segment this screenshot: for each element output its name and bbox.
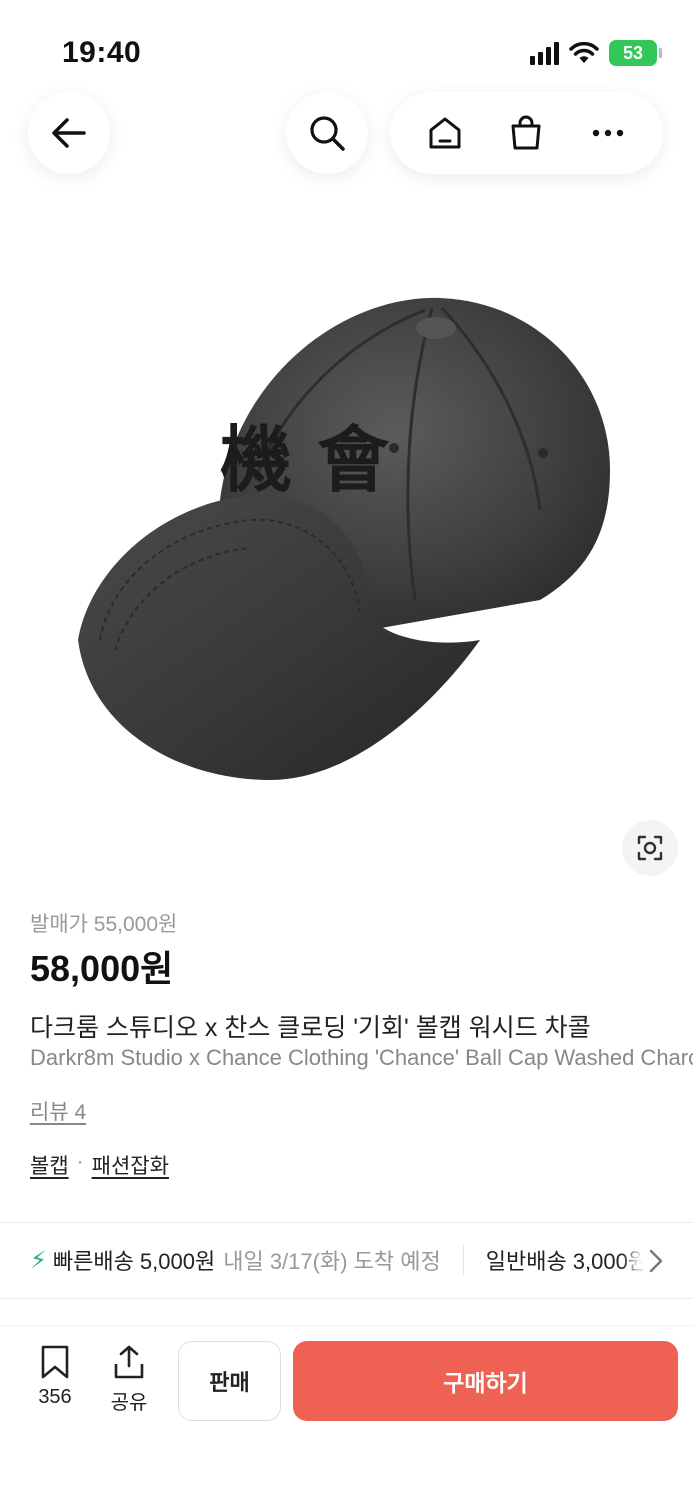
status-time: 19:40: [62, 36, 142, 69]
svg-text:機 會: 機 會: [220, 417, 390, 502]
status-icons: 53: [530, 40, 662, 66]
share-button[interactable]: 공유: [99, 1344, 159, 1415]
shopping-bag-icon: [511, 115, 541, 150]
fast-delivery-label: 빠른배송 5,000원: [52, 1249, 216, 1274]
chevron-right-icon: [649, 1249, 663, 1273]
lens-icon: [637, 835, 663, 861]
wifi-icon: [569, 41, 599, 63]
back-button[interactable]: [28, 92, 110, 174]
bookmark-button[interactable]: 356: [25, 1344, 85, 1409]
divider: [0, 1298, 693, 1299]
home-icon: [429, 117, 461, 149]
status-bar: 19:40 53: [0, 0, 693, 90]
category-separator: ·: [76, 1150, 84, 1173]
review-link[interactable]: 리뷰 4: [30, 1096, 86, 1126]
share-label: 공유: [110, 1392, 148, 1414]
battery-icon: 53: [609, 40, 662, 66]
divider: [0, 1222, 693, 1223]
more-icon: [592, 129, 624, 137]
normal-delivery-label: 일반배송 3,000원: [485, 1249, 649, 1274]
delivery-more-button[interactable]: [643, 1246, 667, 1276]
signal-icon: [530, 41, 559, 65]
more-button[interactable]: [578, 103, 638, 163]
home-button[interactable]: [415, 103, 475, 163]
category-link-fashion-goods[interactable]: 패션잡화: [92, 1150, 169, 1180]
product-image[interactable]: 機 會: [70, 270, 630, 800]
search-icon: [310, 116, 345, 151]
lightning-icon: ⚡: [30, 1246, 47, 1274]
back-arrow-icon: [52, 118, 86, 148]
product-title-korean: 다크룸 스튜디오 x 찬스 클로딩 '기회' 볼캡 워시드 차콜: [30, 1014, 591, 1042]
fast-delivery-eta: 내일 3/17(화) 도착 예정: [223, 1249, 441, 1274]
sell-button[interactable]: 판매: [178, 1341, 281, 1421]
search-button[interactable]: [286, 92, 368, 174]
delivery-options[interactable]: ⚡ 빠른배송 5,000원 내일 3/17(화) 도착 예정 일반배송 3,00…: [30, 1242, 693, 1278]
nav-actions: [390, 92, 663, 174]
bookmark-icon: [41, 1345, 69, 1379]
divider: [462, 1245, 464, 1275]
battery-level: 53: [622, 42, 644, 63]
category-breadcrumb: 볼캡 · 패션잡화: [30, 1150, 169, 1180]
release-price: 발매가 55,000원: [30, 913, 178, 936]
buy-button[interactable]: 구매하기: [293, 1341, 678, 1421]
image-search-button[interactable]: [622, 820, 678, 876]
price: 58,000원: [30, 948, 174, 989]
share-icon: [114, 1345, 144, 1379]
category-link-ballcap[interactable]: 볼캡: [30, 1150, 69, 1180]
product-title-english: Darkr8m Studio x Chance Clothing 'Chance…: [30, 1045, 693, 1070]
cart-button[interactable]: [496, 103, 556, 163]
bookmark-count: 356: [38, 1386, 72, 1408]
